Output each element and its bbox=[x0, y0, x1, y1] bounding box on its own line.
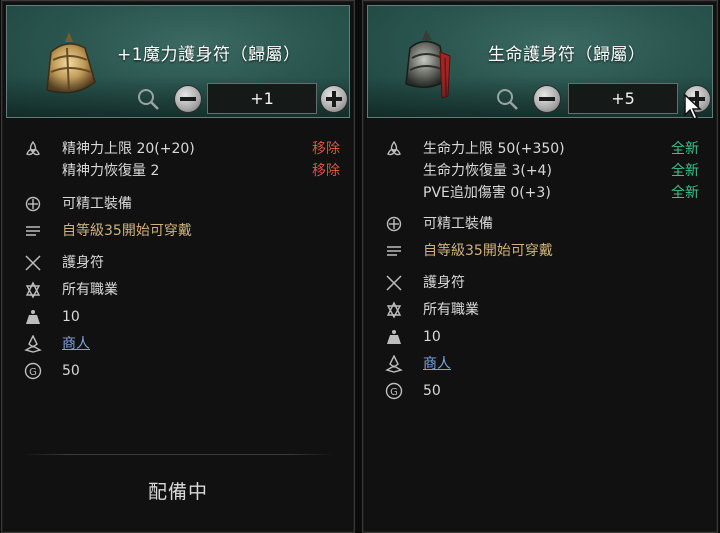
stat-row: 精神力上限 20(+20) 移除 bbox=[24, 138, 340, 160]
crossed-swords-icon bbox=[385, 274, 403, 292]
search-icon[interactable] bbox=[494, 86, 520, 112]
plus-icon[interactable] bbox=[321, 86, 347, 112]
amulet-gold-icon bbox=[29, 26, 107, 104]
stat-new-tag: 全新 bbox=[671, 185, 699, 201]
craftable-text: 可精工裝備 bbox=[62, 196, 132, 212]
mouse-cursor-icon bbox=[683, 93, 705, 121]
stat-row: 生命力恢復量 3(+4) 全新 bbox=[385, 160, 699, 182]
weight-icon bbox=[24, 308, 42, 326]
item-type-row: 護身符 bbox=[24, 252, 340, 274]
minus-icon[interactable] bbox=[534, 86, 560, 112]
minus-icon[interactable] bbox=[175, 86, 201, 112]
svg-text:G: G bbox=[29, 367, 37, 378]
lines-level-icon bbox=[24, 222, 42, 240]
stat-row: 生命力上限 50(+350) 全新 bbox=[385, 138, 699, 160]
weight-row: 10 bbox=[385, 326, 699, 348]
weight-icon bbox=[385, 328, 403, 346]
stat-new-tag: 全新 bbox=[671, 163, 699, 179]
price-value: 50 bbox=[62, 363, 80, 379]
price-value: 50 bbox=[423, 383, 441, 399]
item-tooltip-compare: 生命護身符（歸屬） +5 生命力上限 50(+350) 全新 生命力恢復量 3(… bbox=[362, 0, 718, 533]
classes-text: 所有職業 bbox=[62, 282, 118, 298]
divider bbox=[22, 454, 334, 455]
crosshair-craft-icon bbox=[24, 195, 42, 213]
item-header: +1魔力護身符（歸屬） +1 bbox=[6, 5, 350, 118]
stat-removed-tag: 移除 bbox=[312, 141, 340, 157]
stat-text: 生命力上限 50(+350) bbox=[423, 141, 565, 157]
source-icon bbox=[385, 355, 403, 373]
level-requirement-text: 自等級35開始可穿戴 bbox=[423, 243, 553, 259]
weight-value: 10 bbox=[62, 309, 80, 325]
equipped-status: 配備中 bbox=[147, 481, 208, 503]
item-details: 精神力上限 20(+20) 移除 精神力恢復量 2 移除 可精工裝備 自等級35… bbox=[24, 138, 340, 382]
source-link[interactable]: 商人 bbox=[62, 333, 90, 355]
amulet-red-tassel-icon bbox=[390, 26, 468, 104]
lines-level-icon bbox=[385, 242, 403, 260]
price-row: G 50 bbox=[24, 360, 340, 382]
source-link[interactable]: 商人 bbox=[423, 353, 451, 375]
enhance-level-field[interactable]: +1 bbox=[207, 83, 317, 114]
stat-text: 精神力上限 20(+20) bbox=[62, 141, 195, 157]
item-details: 生命力上限 50(+350) 全新 生命力恢復量 3(+4) 全新 PVE追加傷… bbox=[385, 138, 699, 402]
level-requirement-row: 自等級35開始可穿戴 bbox=[385, 240, 699, 262]
triquetra-stat-icon bbox=[24, 140, 42, 158]
stat-text: 生命力恢復量 3(+4) bbox=[423, 163, 552, 179]
enhance-controls: +5 bbox=[494, 83, 712, 114]
craftable-row: 可精工裝備 bbox=[24, 193, 340, 215]
source-icon bbox=[24, 335, 42, 353]
class-emblem-icon bbox=[385, 301, 403, 319]
class-emblem-icon bbox=[24, 281, 42, 299]
item-type-text: 護身符 bbox=[423, 275, 465, 291]
item-type-row: 護身符 bbox=[385, 272, 699, 294]
item-type-text: 護身符 bbox=[62, 255, 104, 271]
classes-row: 所有職業 bbox=[385, 299, 699, 321]
stat-row: PVE追加傷害 0(+3) 全新 bbox=[385, 182, 699, 204]
weight-value: 10 bbox=[423, 329, 441, 345]
source-row: 商人 bbox=[24, 333, 340, 355]
gold-coin-icon: G bbox=[24, 362, 42, 380]
triquetra-stat-icon bbox=[385, 140, 403, 158]
item-name: 生命護身符（歸屬） bbox=[488, 45, 646, 65]
item-name: +1魔力護身符（歸屬） bbox=[117, 45, 301, 65]
stat-text: 精神力恢復量 2 bbox=[62, 163, 160, 179]
stat-new-tag: 全新 bbox=[671, 141, 699, 157]
classes-row: 所有職業 bbox=[24, 279, 340, 301]
svg-text:G: G bbox=[390, 387, 398, 398]
source-row: 商人 bbox=[385, 353, 699, 375]
item-tooltip-equipped: +1魔力護身符（歸屬） +1 精神力上限 20(+20) 移除 精神力恢復量 2… bbox=[1, 0, 355, 533]
stat-text: PVE追加傷害 0(+3) bbox=[423, 185, 551, 201]
item-header: 生命護身符（歸屬） +5 bbox=[367, 5, 713, 118]
enhance-controls: +1 bbox=[135, 83, 349, 114]
crossed-swords-icon bbox=[24, 254, 42, 272]
level-requirement-text: 自等級35開始可穿戴 bbox=[62, 223, 192, 239]
weight-row: 10 bbox=[24, 306, 340, 328]
classes-text: 所有職業 bbox=[423, 302, 479, 318]
enhance-level-field[interactable]: +5 bbox=[568, 83, 678, 114]
crosshair-craft-icon bbox=[385, 215, 403, 233]
craftable-text: 可精工裝備 bbox=[423, 216, 493, 232]
level-requirement-row: 自等級35開始可穿戴 bbox=[24, 220, 340, 242]
craftable-row: 可精工裝備 bbox=[385, 213, 699, 235]
gold-coin-icon: G bbox=[385, 382, 403, 400]
stat-row: 精神力恢復量 2 移除 bbox=[24, 160, 340, 182]
search-icon[interactable] bbox=[135, 86, 161, 112]
price-row: G 50 bbox=[385, 380, 699, 402]
stat-removed-tag: 移除 bbox=[312, 163, 340, 179]
